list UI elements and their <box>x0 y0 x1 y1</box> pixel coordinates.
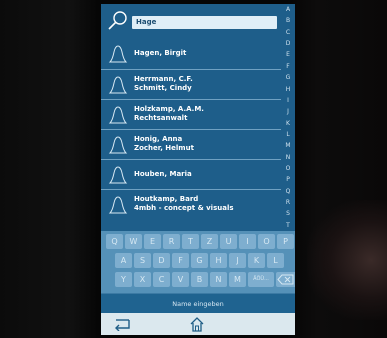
contact-name-line2: Zocher, Helmut <box>134 144 194 152</box>
keyboard-row-3: Y X C V B N M ÄÖÜ... <box>115 272 295 289</box>
key[interactable]: U <box>220 234 237 249</box>
key[interactable]: L <box>267 253 284 268</box>
navigation-bar <box>101 313 295 335</box>
key[interactable]: D <box>153 253 170 268</box>
key[interactable]: Z <box>201 234 218 249</box>
alphabet-letter[interactable]: C <box>286 29 290 37</box>
bell-icon <box>108 106 128 124</box>
alphabet-letter[interactable]: S <box>286 210 290 218</box>
contact-name: Honig, Anna Zocher, Helmut <box>134 135 274 153</box>
alphabet-letter[interactable]: B <box>286 17 290 25</box>
alphabet-letter[interactable]: J <box>287 108 289 116</box>
contact-name-line1: Holzkamp, A.A.M. <box>134 105 204 113</box>
contact-item[interactable]: Honig, Anna Zocher, Helmut <box>101 129 281 159</box>
key[interactable]: E <box>144 234 161 249</box>
key[interactable]: A <box>115 253 132 268</box>
contact-item[interactable]: Herrmann, C.F. Schmitt, Cindy <box>101 69 281 99</box>
key[interactable]: X <box>134 272 151 287</box>
bell-icon <box>108 166 128 184</box>
input-prompt: Name eingeben <box>101 293 295 314</box>
key[interactable]: F <box>172 253 189 268</box>
key[interactable]: S <box>134 253 151 268</box>
key[interactable]: P <box>277 234 294 249</box>
search-row: Hage <box>101 4 281 39</box>
contact-name-line1: Honig, Anna <box>134 135 183 143</box>
alphabet-letter[interactable]: L <box>286 131 289 139</box>
key[interactable]: Q <box>106 234 123 249</box>
key[interactable]: R <box>163 234 180 249</box>
bell-icon <box>108 196 128 214</box>
alphabet-letter[interactable]: F <box>286 63 289 71</box>
key[interactable]: Y <box>115 272 132 287</box>
umlaut-key[interactable]: ÄÖÜ... <box>248 272 274 287</box>
key[interactable]: J <box>229 253 246 268</box>
contact-name: Herrmann, C.F. Schmitt, Cindy <box>134 75 274 93</box>
key[interactable]: V <box>172 272 189 287</box>
home-icon[interactable] <box>188 315 206 333</box>
search-input[interactable]: Hage <box>132 16 277 29</box>
alphabet-letter[interactable]: Q <box>286 188 291 196</box>
back-arrow-icon[interactable] <box>113 317 131 331</box>
contact-list: Hagen, Birgit Herrmann, C.F. Schmitt, Ci… <box>101 39 281 219</box>
backspace-icon <box>277 274 294 285</box>
bell-icon <box>108 45 128 63</box>
key[interactable]: H <box>210 253 227 268</box>
contact-name-line1: Houtkamp, Bard <box>134 195 199 203</box>
key[interactable]: M <box>229 272 246 287</box>
alphabet-letter[interactable]: D <box>286 40 291 48</box>
alphabet-letter[interactable]: O <box>286 165 291 173</box>
key[interactable]: C <box>153 272 170 287</box>
key[interactable]: I <box>239 234 256 249</box>
alphabet-letter[interactable]: M <box>285 142 290 150</box>
contact-item[interactable]: Houben, Maria <box>101 159 281 189</box>
bell-icon <box>108 136 128 154</box>
contact-name-line2: Schmitt, Cindy <box>134 84 192 92</box>
bell-icon <box>108 76 128 94</box>
alphabet-letter[interactable]: N <box>286 154 291 162</box>
contact-name: Houtkamp, Bard 4mbh - concept & visuals <box>134 195 274 213</box>
background-reflection <box>307 200 387 320</box>
backspace-key[interactable] <box>276 272 295 287</box>
alphabet-index[interactable]: A B C D E F G H I J K L M N O P Q R S T <box>281 6 295 230</box>
alphabet-letter[interactable]: P <box>286 176 290 184</box>
key[interactable]: N <box>210 272 227 287</box>
contact-name-line1: Hagen, Birgit <box>134 49 187 57</box>
search-icon <box>108 11 127 30</box>
alphabet-letter[interactable]: I <box>287 97 289 105</box>
key[interactable]: B <box>191 272 208 287</box>
contact-item[interactable]: Houtkamp, Bard 4mbh - concept & visuals <box>101 189 281 219</box>
key[interactable]: K <box>248 253 265 268</box>
contact-name-line1: Houben, Maria <box>134 170 192 178</box>
contact-name-line1: Herrmann, C.F. <box>134 75 193 83</box>
contact-name: Houben, Maria <box>134 170 274 179</box>
alphabet-letter[interactable]: E <box>286 51 290 59</box>
contact-name: Holzkamp, A.A.M. Rechtsanwalt <box>134 105 274 123</box>
alphabet-letter[interactable]: H <box>286 86 291 94</box>
alphabet-letter[interactable]: G <box>286 74 291 82</box>
contact-name: Hagen, Birgit <box>134 49 274 58</box>
key[interactable]: W <box>125 234 142 249</box>
contact-item[interactable]: Holzkamp, A.A.M. Rechtsanwalt <box>101 99 281 129</box>
key[interactable]: G <box>191 253 208 268</box>
alphabet-letter[interactable]: R <box>286 199 290 207</box>
key[interactable]: T <box>182 234 199 249</box>
contact-list-area: Hage Hagen, Birgit Herrmann, C.F. Schmit… <box>101 4 295 231</box>
key[interactable]: O <box>258 234 275 249</box>
keyboard-row-2: A S D F G H J K L <box>115 253 286 270</box>
contact-name-line2: 4mbh - concept & visuals <box>134 204 234 212</box>
device-screen: Hage Hagen, Birgit Herrmann, C.F. Schmit… <box>101 4 295 335</box>
alphabet-letter[interactable]: A <box>286 6 290 14</box>
alphabet-letter[interactable]: T <box>286 222 290 230</box>
contact-name-line2: Rechtsanwalt <box>134 114 188 122</box>
on-screen-keyboard: Q W E R T Z U I O P A S D F G H J K L Y … <box>101 231 295 293</box>
alphabet-letter[interactable]: K <box>286 120 290 128</box>
contact-item[interactable]: Hagen, Birgit <box>101 39 281 69</box>
keyboard-row-1: Q W E R T Z U I O P <box>106 234 295 251</box>
